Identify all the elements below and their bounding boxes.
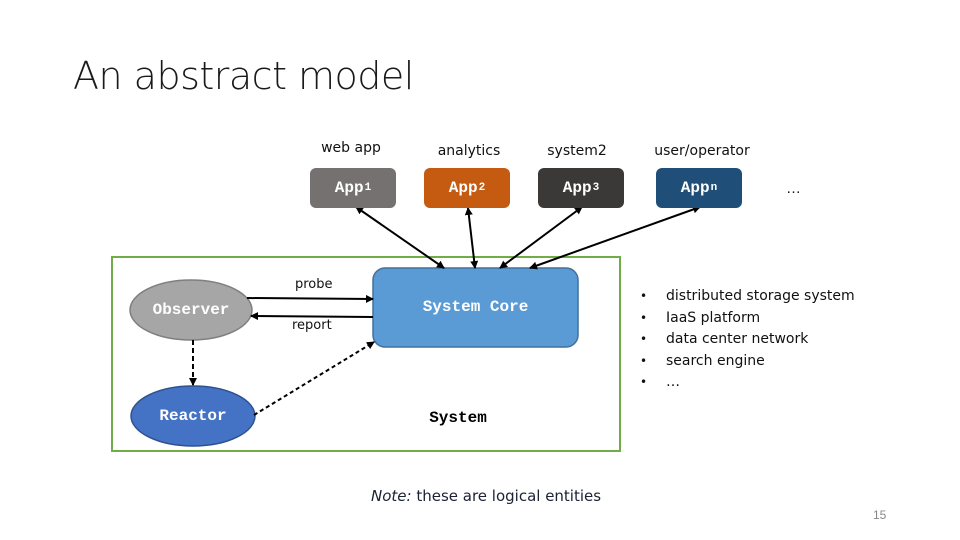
diagram-canvas [111, 205, 701, 452]
list-item-text: data center network [666, 331, 809, 348]
arrow-report [250, 312, 374, 321]
app-role-label: analytics [437, 143, 501, 159]
app-box-n[interactable]: App n [656, 168, 742, 208]
system-core-label: System Core [422, 298, 529, 316]
examples-list: • distributed storage system • IaaS platfo… [640, 286, 855, 394]
list-item-text: … [666, 374, 680, 391]
app-subscript: 2 [478, 182, 486, 194]
list-item-text: IaaS platform [666, 309, 761, 326]
app-subscript: 1 [364, 182, 372, 194]
probe-label: probe [295, 277, 333, 292]
bullet-icon: • [640, 332, 648, 347]
app-subscript: 3 [592, 182, 600, 194]
arrow-probe [246, 294, 374, 303]
app-name: App [448, 179, 478, 197]
system-label: System [429, 409, 487, 427]
app-role-label: system2 [547, 143, 607, 159]
bullet-icon: • [640, 375, 648, 390]
page-number: 15 [873, 508, 887, 522]
app-name: App [334, 179, 364, 197]
list-item: • data center network [640, 329, 855, 351]
more-apps-ellipsis: … [786, 180, 801, 197]
list-item: • distributed storage system [640, 286, 855, 308]
app-box-2[interactable]: App 2 [424, 168, 510, 208]
note-text: these are logical entities [411, 487, 602, 505]
list-item: • search engine [640, 351, 855, 373]
note-prefix: Note: [371, 487, 412, 505]
bullet-icon: • [640, 289, 648, 303]
report-label: report [292, 318, 332, 333]
app-role-label: web app [321, 140, 381, 156]
observer-label: Observer [152, 301, 230, 319]
footnote: Note: these are logical entities [371, 487, 601, 505]
app-box-3[interactable]: App 3 [538, 168, 624, 208]
app-box-1[interactable]: App 1 [310, 168, 396, 208]
bullet-icon: • [640, 310, 648, 325]
list-item: • IaaS platform [640, 308, 855, 330]
app-name: App [562, 179, 592, 197]
app-subscript: n [710, 182, 718, 194]
app-role-label: user/operator [654, 143, 750, 159]
list-item-text: search engine [666, 352, 765, 369]
app-name: App [680, 179, 710, 197]
list-item-text: distributed storage system [666, 288, 855, 304]
reactor-label: Reactor [159, 407, 227, 425]
bullet-icon: • [640, 353, 648, 368]
list-item: •… [640, 372, 855, 394]
